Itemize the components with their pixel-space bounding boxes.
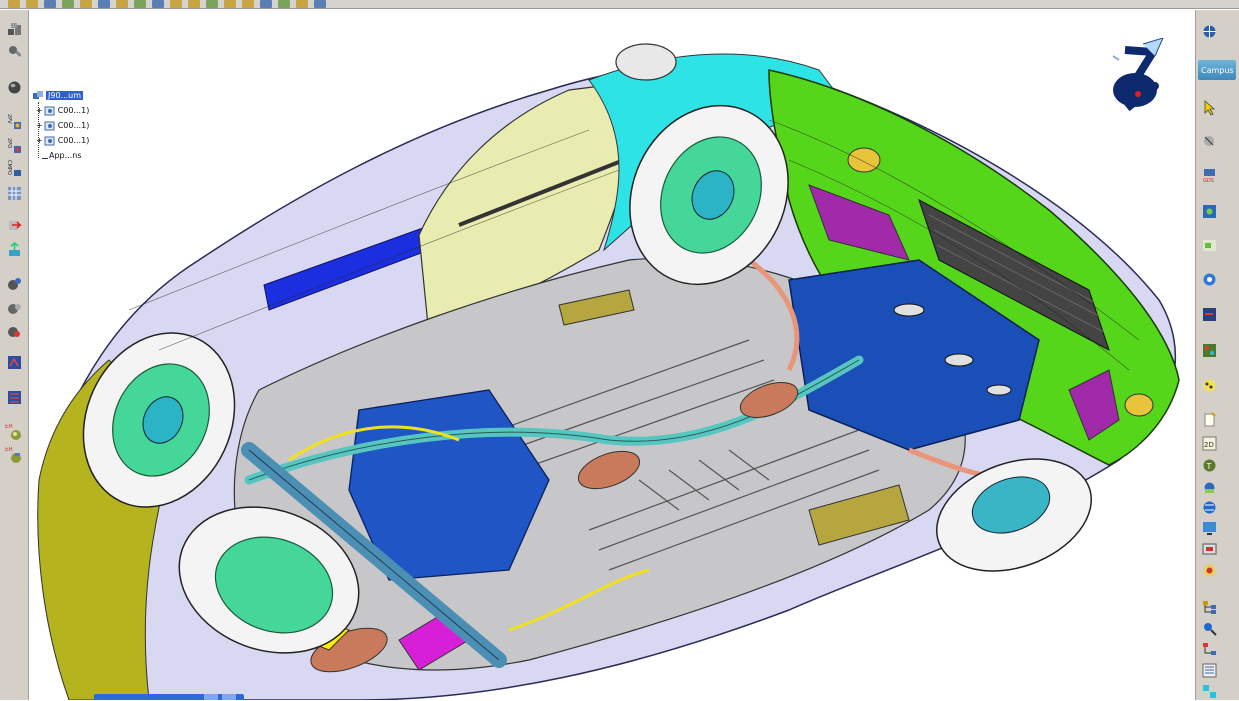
svg-text:GDS: GDS xyxy=(1203,178,1214,183)
tree-item-label: C00...1) xyxy=(57,121,90,130)
svg-text:2D: 2D xyxy=(1204,441,1214,449)
fix-icon[interactable] xyxy=(5,322,24,341)
manipulate-icon[interactable] xyxy=(5,240,24,259)
toolbar-icon-fit[interactable] xyxy=(206,0,218,8)
tool-pen-icon[interactable] xyxy=(5,42,24,61)
display-config-icon[interactable] xyxy=(1200,518,1219,537)
tree-item-label: C00...1) xyxy=(57,106,90,115)
network-icon[interactable] xyxy=(1200,498,1219,517)
svg-text:T: T xyxy=(1206,462,1212,471)
tree-component-icon xyxy=(44,121,55,131)
tree-structure-icon[interactable] xyxy=(1200,598,1219,617)
tree-item-applications[interactable]: App...ns xyxy=(32,148,89,163)
product-2pv-icon[interactable]: 2PV xyxy=(5,113,24,132)
tree-item-component-3[interactable]: + C00...1) xyxy=(32,133,89,148)
grid-icon[interactable] xyxy=(5,184,24,203)
tree-component-icon xyxy=(44,106,55,116)
toolbar-icon-render[interactable] xyxy=(314,0,326,8)
er-sphere-icon-1[interactable]: ER xyxy=(5,424,24,443)
product-2po-icon[interactable]: 2PO xyxy=(5,137,24,156)
tree-root[interactable]: J90...um xyxy=(32,88,89,103)
toolbar-icon-open[interactable] xyxy=(26,0,38,8)
toolbar-icon-redo[interactable] xyxy=(152,0,164,8)
toolbar-icon-cut[interactable] xyxy=(80,0,92,8)
monitor-icon[interactable] xyxy=(1200,540,1219,559)
bill-of-material-icon[interactable] xyxy=(1200,661,1219,680)
tree-item-component-2[interactable]: + C00...1) xyxy=(32,118,89,133)
new-sheet-icon[interactable] xyxy=(1200,410,1219,429)
texture-icon[interactable] xyxy=(1200,341,1219,360)
toolbar-icon-copy[interactable] xyxy=(98,0,110,8)
toolbar-icon-print[interactable] xyxy=(62,0,74,8)
toolbar-icon-paste[interactable] xyxy=(116,0,128,8)
status-bar-fragment xyxy=(94,694,244,700)
red-tool-icon[interactable] xyxy=(1200,305,1219,324)
sphere-icon[interactable] xyxy=(5,78,24,97)
multi-view-icon[interactable] xyxy=(1200,682,1219,701)
text-tool-icon[interactable]: T xyxy=(1200,456,1219,475)
gds-icon[interactable]: GDS xyxy=(1200,165,1219,184)
render-icon[interactable] xyxy=(1200,561,1219,580)
toolbar-icon-zoom[interactable] xyxy=(260,0,272,8)
applications-icon xyxy=(42,152,48,159)
tree-item-label: App...ns xyxy=(49,151,82,160)
green-window-icon[interactable] xyxy=(1200,236,1219,255)
sphere-blue-icon[interactable] xyxy=(1200,478,1219,497)
pan-cursor-icon[interactable] xyxy=(1200,132,1219,151)
3d-viewport[interactable] xyxy=(29,10,1195,700)
er-sphere-icon-2[interactable]: ER xyxy=(5,447,24,466)
arrow-red-icon[interactable] xyxy=(5,216,24,235)
gear-icon[interactable] xyxy=(1200,270,1219,289)
product-cmpo-icon[interactable]: CMPO xyxy=(5,160,24,179)
tree-item-label: C00...1) xyxy=(57,136,90,145)
constraint-icon[interactable] xyxy=(5,275,24,294)
assembly-icon[interactable] xyxy=(5,20,24,39)
toolbar-icon-save[interactable] xyxy=(44,0,56,8)
select-cursor-icon[interactable] xyxy=(1200,98,1219,117)
hierarchy-icon[interactable] xyxy=(1200,640,1219,659)
toolbar-icon-undo[interactable] xyxy=(134,0,146,8)
compass-icon[interactable] xyxy=(1105,37,1171,122)
toolbar-icon-rotate[interactable] xyxy=(242,0,254,8)
tree-item-component-1[interactable]: + C00...1) xyxy=(32,103,89,118)
search-product-icon[interactable] xyxy=(1200,619,1219,638)
toolbar-icon-normal-view[interactable] xyxy=(278,0,290,8)
analysis-icon[interactable] xyxy=(5,353,24,372)
globe-target-icon[interactable] xyxy=(1200,22,1219,41)
2d-view-icon[interactable]: 2D xyxy=(1200,434,1219,453)
toolbar-icon-fly[interactable] xyxy=(188,0,200,8)
tree-root-label[interactable]: J90...um xyxy=(46,91,84,100)
sparkle-icon[interactable] xyxy=(1200,376,1219,395)
toolbar-icon-new[interactable] xyxy=(8,0,20,8)
tree-product-icon xyxy=(33,91,43,99)
campus-label: Campus xyxy=(1201,65,1234,75)
car-underbody-model xyxy=(37,43,1180,700)
toolbar-icon-views[interactable] xyxy=(296,0,308,8)
image-capture-icon[interactable] xyxy=(1200,202,1219,221)
toolbar-icon-pan[interactable] xyxy=(224,0,236,8)
left-toolbar: 2PV 2PO CMPO ER ER xyxy=(0,10,29,700)
specification-tree: J90...um + C00...1) + C00...1) + C00...1… xyxy=(32,88,89,163)
top-toolbar xyxy=(0,0,1239,9)
toolbar-icon-help[interactable] xyxy=(170,0,182,8)
tree-component-icon xyxy=(44,136,55,146)
right-toolbar: Campus GDS 2D T xyxy=(1195,10,1239,700)
campus-button[interactable]: Campus xyxy=(1198,60,1236,80)
contact-icon[interactable] xyxy=(5,299,24,318)
clash-icon[interactable] xyxy=(5,388,24,407)
